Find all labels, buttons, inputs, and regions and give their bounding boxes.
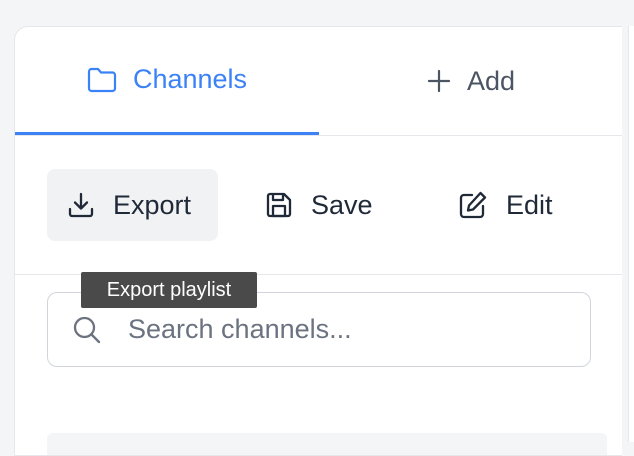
tab-add[interactable]: Add [319, 27, 622, 135]
edit-button[interactable]: Edit [438, 169, 588, 241]
save-button[interactable]: Save [245, 169, 395, 241]
adjacent-panel-edge [628, 26, 634, 442]
tab-bar: Channels Add [15, 27, 622, 136]
tab-channels[interactable]: Channels [15, 27, 319, 135]
download-icon [67, 191, 95, 219]
search-input[interactable] [126, 313, 560, 346]
folder-icon [87, 67, 117, 93]
tab-channels-label: Channels [132, 64, 248, 94]
list-item-preview [47, 433, 607, 455]
floppy-disk-icon [265, 191, 293, 219]
search-icon [72, 315, 102, 345]
toolbar: Export Save Edit [15, 135, 622, 275]
export-button[interactable]: Export [47, 169, 218, 241]
tab-add-label: Add [466, 65, 516, 96]
edit-label: Edit [506, 189, 553, 220]
plus-icon [427, 69, 451, 93]
channels-panel: Channels Add Export Save Edit Search cha… [14, 26, 622, 456]
export-tooltip: Export playlist [81, 272, 257, 308]
export-label: Export [113, 189, 192, 220]
save-label: Save [311, 189, 373, 220]
edit-icon [458, 190, 488, 220]
